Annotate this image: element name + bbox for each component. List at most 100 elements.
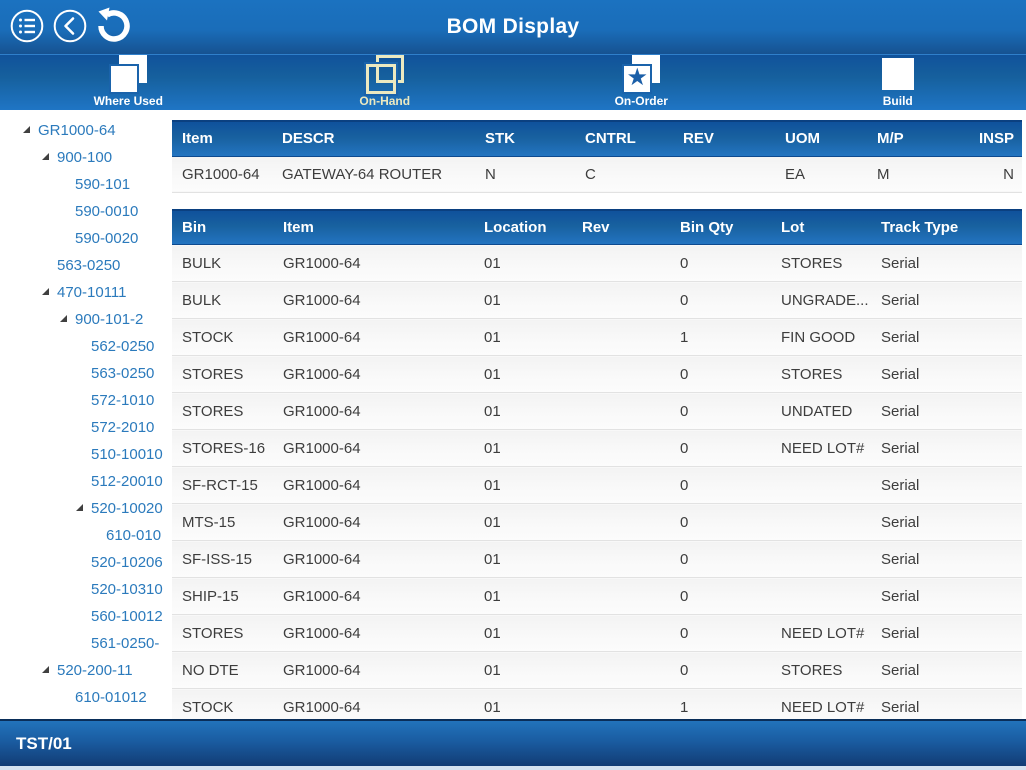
toolbar-item-where-used[interactable]: Where Used	[0, 55, 257, 110]
tree-item[interactable]: 563-0250	[0, 252, 172, 279]
tree-item[interactable]: 590-0010	[0, 198, 172, 225]
documents-outline-icon	[361, 55, 409, 94]
table-row[interactable]: STORES GR1000-64 01 0 UNDATED Serial	[172, 392, 1022, 430]
tree-item[interactable]: 510-10010	[0, 441, 172, 468]
item-table: Item DESCR STK CNTRL REV UOM M/P INSP GR1000-64…	[172, 120, 1022, 193]
tree-item[interactable]: 561-0250-	[0, 630, 172, 657]
bin-table-header-row: Bin Item Location Rev Bin Qty Lot Track Type	[172, 208, 1022, 245]
table-cell	[572, 540, 670, 578]
table-cell: C	[575, 156, 673, 193]
table-row[interactable]: STOCK GR1000-64 01 1 FIN GOOD Serial	[172, 318, 1022, 356]
table-cell: NEED LOT#	[771, 429, 871, 467]
table-cell: 01	[474, 577, 572, 615]
tree-expander-icon[interactable]	[76, 504, 83, 511]
table-cell: 0	[670, 281, 771, 319]
table-cell: 01	[474, 540, 572, 578]
table-cell: Serial	[871, 503, 1022, 541]
table-cell: 0	[670, 429, 771, 467]
column-header: Bin	[172, 208, 273, 245]
tree-item[interactable]: 520-200-11	[0, 657, 172, 684]
tree-expander-icon[interactable]	[60, 315, 67, 322]
tree-item[interactable]: 562-0250	[0, 333, 172, 360]
tree-item[interactable]: 572-1010	[0, 387, 172, 414]
table-cell: NEED LOT#	[771, 614, 871, 652]
table-row[interactable]: SF-RCT-15 GR1000-64 01 0 Serial	[172, 466, 1022, 504]
tree-item[interactable]: 560-10012	[0, 603, 172, 630]
tree-item[interactable]: 563-0250	[0, 360, 172, 387]
tree-item[interactable]: 470-10111	[0, 279, 172, 306]
column-header: REV	[673, 120, 775, 157]
tree-expander-icon[interactable]	[42, 153, 49, 160]
table-row[interactable]: STORES-16 GR1000-64 01 0 NEED LOT# Serial	[172, 429, 1022, 467]
table-cell: GR1000-64	[273, 540, 474, 578]
refresh-button[interactable]	[94, 7, 132, 48]
table-cell: 01	[474, 614, 572, 652]
column-header: DESCR	[272, 120, 475, 157]
table-cell: SHIP-15	[172, 577, 273, 615]
table-cell: 01	[474, 281, 572, 319]
table-cell: 01	[474, 429, 572, 467]
table-cell	[572, 503, 670, 541]
table-cell: GATEWAY-64 ROUTER	[272, 156, 475, 193]
toolbar-item-on-hand[interactable]: On-Hand	[257, 55, 514, 110]
table-cell	[572, 318, 670, 356]
table-row[interactable]: BULK GR1000-64 01 0 UNGRADE... Serial	[172, 281, 1022, 319]
table-cell: M	[867, 156, 959, 193]
tree-item[interactable]: 590-101	[0, 171, 172, 198]
table-row[interactable]: MTS-15 GR1000-64 01 0 Serial	[172, 503, 1022, 541]
tree-item[interactable]: 572-2010	[0, 414, 172, 441]
table-cell: EA	[775, 156, 867, 193]
table-cell: N	[959, 156, 1022, 193]
tree-item[interactable]: 520-10310	[0, 576, 172, 603]
tree-item[interactable]: 520-10206	[0, 549, 172, 576]
table-row[interactable]: BULK GR1000-64 01 0 STORES Serial	[172, 244, 1022, 282]
tree-item-label: 900-100	[57, 149, 113, 166]
tree-item[interactable]: 610-010	[0, 522, 172, 549]
tree-item[interactable]: 900-101-2	[0, 306, 172, 333]
tree-item-label: 590-0010	[75, 203, 139, 220]
table-cell: N	[475, 156, 575, 193]
tree-item-label: 563-0250	[57, 257, 121, 274]
column-header: Lot	[771, 208, 871, 245]
table-row[interactable]: GR1000-64 GATEWAY-64 ROUTER N C EA M N	[172, 156, 1022, 193]
table-row[interactable]: STORES GR1000-64 01 0 NEED LOT# Serial	[172, 614, 1022, 652]
column-header: STK	[475, 120, 575, 157]
tree-item[interactable]: 590-0020	[0, 225, 172, 252]
table-row[interactable]: STORES GR1000-64 01 0 STORES Serial	[172, 355, 1022, 393]
toolbar-item-build[interactable]: Build	[770, 55, 1026, 110]
table-cell: 0	[670, 244, 771, 282]
table-row[interactable]: SHIP-15 GR1000-64 01 0 Serial	[172, 577, 1022, 615]
status-text: TST/01	[16, 733, 72, 753]
refresh-icon	[94, 7, 132, 48]
table-row[interactable]: NO DTE GR1000-64 01 0 STORES Serial	[172, 651, 1022, 689]
table-cell: 01	[474, 392, 572, 430]
tree-item-label: GR1000-64	[38, 122, 116, 139]
toolbar: Where Used On-Hand ★ On-Order Build	[0, 54, 1026, 110]
tree-item[interactable]: 610-01012	[0, 684, 172, 711]
back-button[interactable]	[51, 8, 89, 46]
title-bar: BOM Display	[0, 0, 1026, 54]
table-row[interactable]: SF-ISS-15 GR1000-64 01 0 Serial	[172, 540, 1022, 578]
table-cell: 1	[670, 318, 771, 356]
table-cell: 0	[670, 355, 771, 393]
tree-item[interactable]: 520-10020	[0, 495, 172, 522]
menu-button[interactable]	[8, 8, 46, 46]
table-cell	[572, 614, 670, 652]
tree-item-label: 572-1010	[91, 392, 155, 409]
toolbar-item-on-order[interactable]: ★ On-Order	[513, 55, 770, 110]
bom-display-window: BOM Display Where Used On-Hand ★ On-Orde…	[0, 0, 1026, 770]
tree-item-label: 572-2010	[91, 419, 155, 436]
table-cell: 0	[670, 540, 771, 578]
tree-expander-icon[interactable]	[42, 666, 49, 673]
tree-item[interactable]: 512-20010	[0, 468, 172, 495]
tree-item-label: 510-10010	[91, 446, 163, 463]
tree-item[interactable]: GR1000-64	[0, 117, 172, 144]
table-cell	[572, 429, 670, 467]
table-row[interactable]: STOCK GR1000-64 01 1 NEED LOT# Serial	[172, 688, 1022, 719]
table-cell: STORES	[771, 244, 871, 282]
tree-item[interactable]: 900-100	[0, 144, 172, 171]
table-cell: GR1000-64	[273, 392, 474, 430]
tree-expander-icon[interactable]	[23, 126, 30, 133]
tree-expander-icon[interactable]	[42, 288, 49, 295]
main-panel: Item DESCR STK CNTRL REV UOM M/P INSP GR1000-64…	[172, 110, 1026, 719]
